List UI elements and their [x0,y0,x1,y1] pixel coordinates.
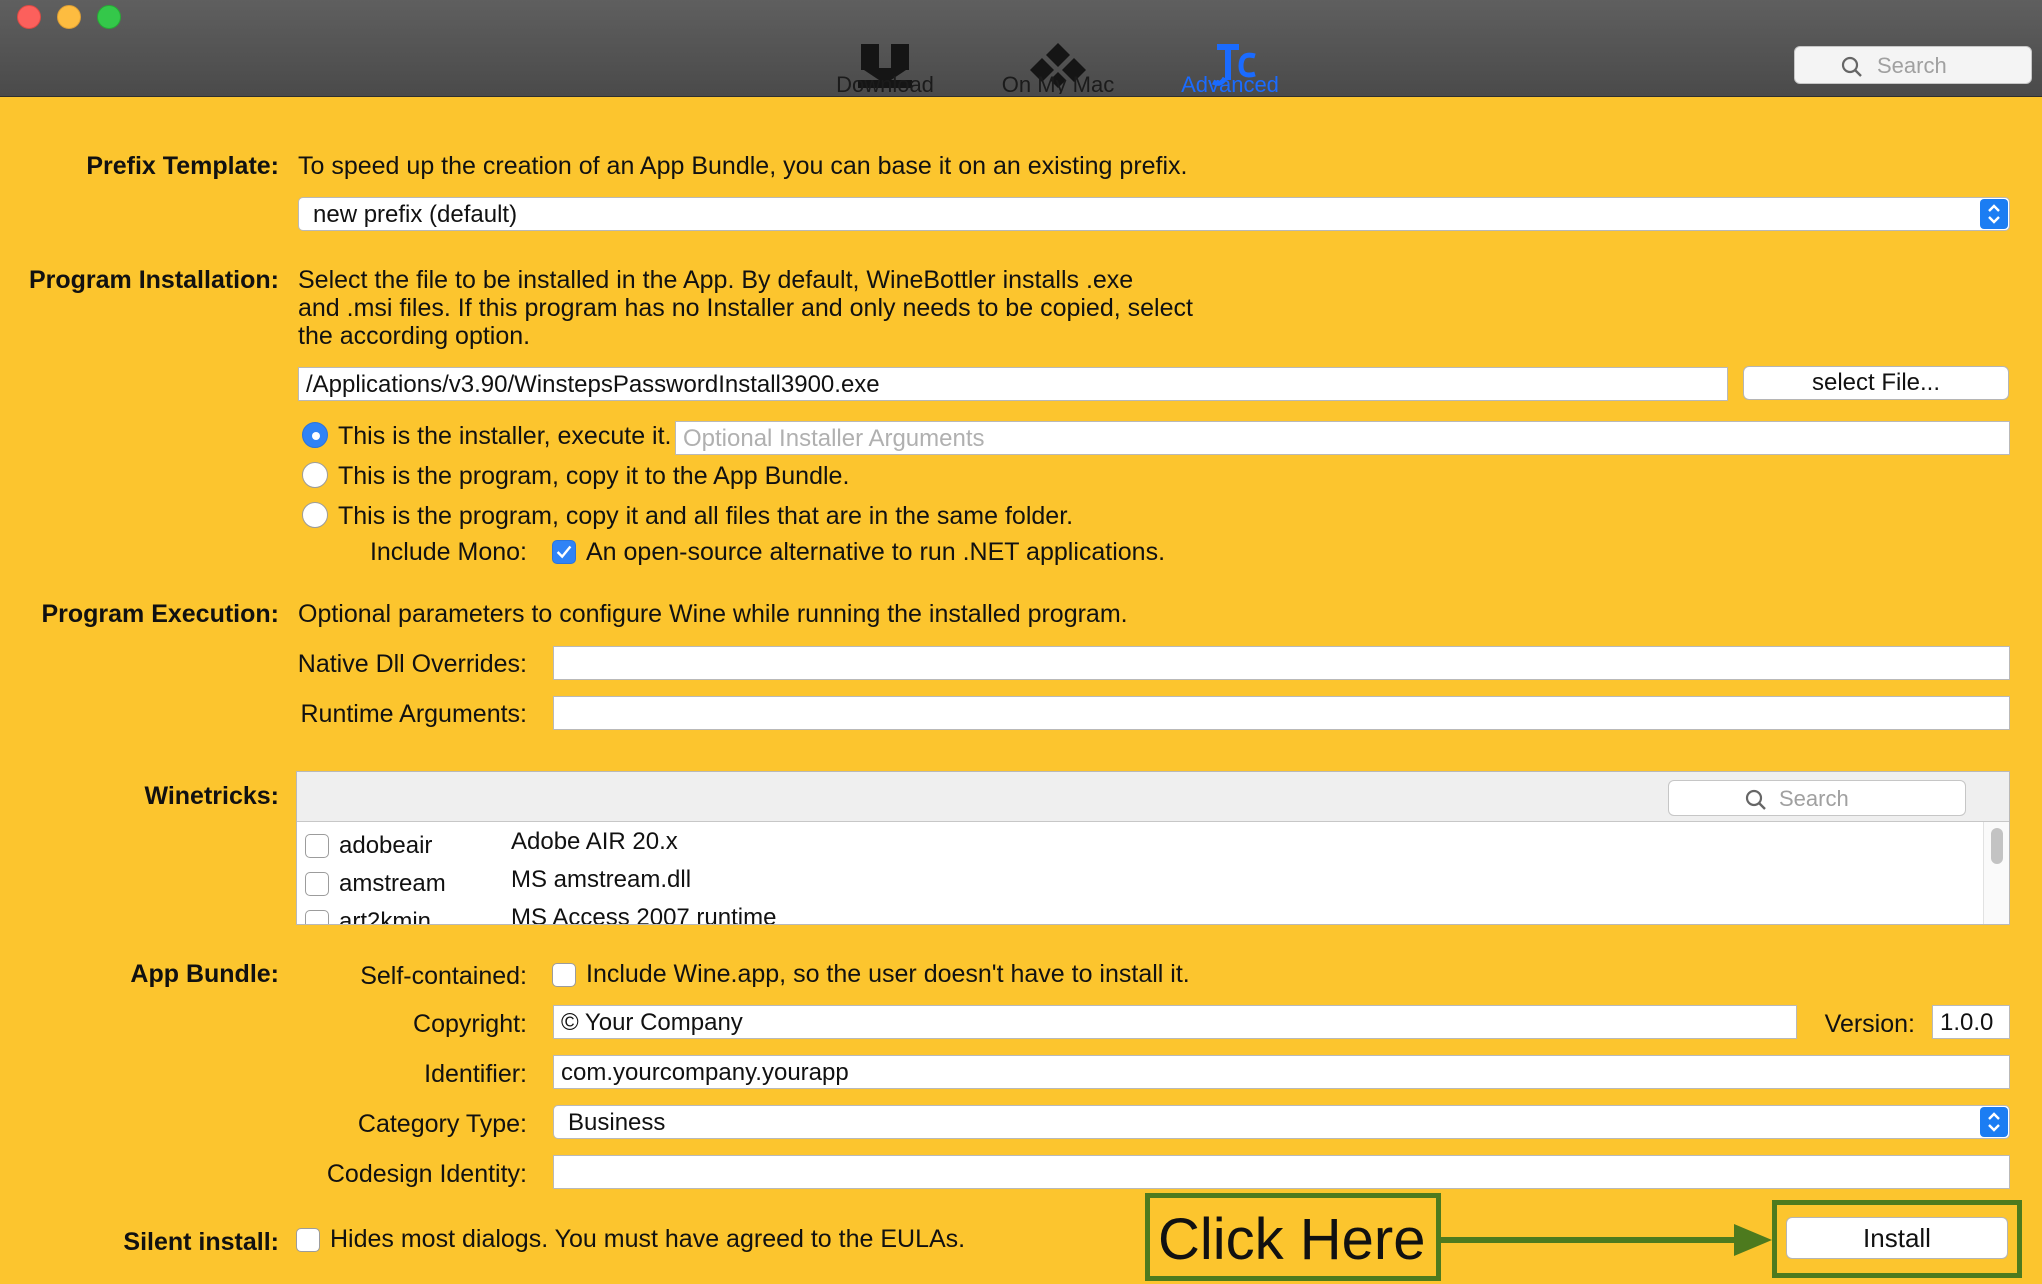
category-type-label: Category Type: [357,1110,527,1138]
annotation-box: Click Here [1145,1193,1441,1281]
winetricks-item-checkbox[interactable] [305,910,329,924]
winetricks-label: Winetricks: [144,782,279,810]
installer-arguments-field[interactable]: Optional Installer Arguments [675,421,2010,455]
tab-advanced-label: Advanced [1181,72,1279,94]
self-contained-label: Self-contained: [360,962,527,990]
window-titlebar: Download On My Mac Advanced Search [0,0,2042,97]
search-icon [1841,56,1862,77]
category-type-popup[interactable]: Business [553,1105,2010,1139]
popup-arrows-icon [1980,1107,2008,1137]
copy-folder-label: This is the program, copy it and all fil… [338,502,1074,530]
winetricks-item-checkbox[interactable] [305,834,329,858]
tab-on-my-mac[interactable]: On My Mac [973,38,1143,94]
program-installation-description-3: the according option. [298,322,531,350]
include-mono-text: An open-source alternative to run .NET a… [586,538,1166,566]
prefix-template-popup[interactable]: new prefix (default) [298,197,2010,231]
winetricks-item-description: MS amstream.dll [511,866,692,893]
runtime-arguments-field[interactable] [553,696,2010,730]
winetricks-table-header: Search [297,772,2009,822]
table-row[interactable]: amstream MS amstream.dll [297,864,1987,902]
prefix-template-label: Prefix Template: [86,152,279,180]
codesign-identity-label: Codesign Identity: [326,1160,527,1188]
prefix-template-selected: new prefix (default) [313,201,518,228]
tab-download[interactable]: Download [800,38,970,94]
copyright-field[interactable]: © Your Company [553,1005,1797,1039]
runtime-arguments-label: Runtime Arguments: [300,700,528,728]
codesign-identity-field[interactable] [553,1155,2010,1189]
install-button[interactable]: Install [1786,1217,2008,1259]
winetricks-item-name: art2kmin [339,908,432,925]
category-type-selected: Business [568,1109,666,1136]
winetricks-scrollbar-thumb[interactable] [1991,828,2003,864]
winetricks-item-name: adobeair [339,832,433,859]
program-installation-description-1: Select the file to be installed in the A… [298,266,1134,294]
installer-execute-label: This is the installer, execute it. [338,422,672,450]
silent-install-label: Silent install: [123,1228,279,1256]
program-execution-description: Optional parameters to configure Wine wh… [298,600,1128,628]
self-contained-checkbox[interactable] [552,963,576,987]
identifier-label: Identifier: [424,1060,527,1088]
include-mono-checkbox[interactable] [552,540,576,564]
identifier-field[interactable]: com.yourcompany.yourapp [553,1055,2010,1089]
program-file-path-field[interactable]: /Applications/v3.90/WinstepsPasswordInst… [298,367,1728,401]
program-installation-label: Program Installation: [28,266,279,294]
toolbar-search-placeholder: Search [1877,53,1947,78]
tab-on-my-mac-label: On My Mac [1001,72,1115,94]
winetricks-search-field[interactable]: Search [1668,780,1966,816]
app-bundle-label: App Bundle: [130,960,279,988]
native-dll-overrides-field[interactable] [553,646,2010,680]
version-label: Version: [1824,1010,1915,1038]
winetricks-search-placeholder: Search [1779,786,1849,811]
program-installation-description-2: and .msi files. If this program has no I… [298,294,1193,322]
tab-download-label: Download [836,72,934,94]
program-execution-label: Program Execution: [41,600,279,628]
version-field[interactable]: 1.0.0 [1932,1005,2010,1039]
tab-advanced[interactable]: Advanced [1145,38,1315,94]
copy-to-bundle-label: This is the program, copy it to the App … [338,462,850,490]
prefix-template-description: To speed up the creation of an App Bundl… [298,152,1188,180]
popup-arrows-icon [1980,199,2008,229]
winetricks-item-name: amstream [339,870,446,897]
copyright-label: Copyright: [413,1010,527,1038]
silent-install-checkbox[interactable] [296,1228,320,1252]
checkmark-icon [556,545,572,559]
installer-execute-radio[interactable] [302,422,328,448]
winetricks-scrollbar[interactable] [1983,822,2009,924]
select-file-button[interactable]: select File... [1743,366,2009,400]
minimize-window-button[interactable] [57,5,81,29]
search-icon [1745,789,1766,810]
copy-folder-radio[interactable] [302,502,328,528]
table-row[interactable]: art2kmin MS Access 2007 runtime [297,902,1987,925]
winetricks-table: Search adobeair Adobe AIR 20.x amstream … [296,771,2010,925]
winetricks-item-checkbox[interactable] [305,872,329,896]
toolbar-search-field[interactable]: Search [1794,46,2032,84]
annotation-arrow-icon [1438,1224,1772,1256]
copy-to-bundle-radio[interactable] [302,462,328,488]
include-mono-label: Include Mono: [369,538,527,566]
silent-install-text: Hides most dialogs. You must have agreed… [330,1225,966,1253]
winetricks-item-description: MS Access 2007 runtime [511,904,777,925]
self-contained-text: Include Wine.app, so the user doesn't ha… [586,960,1190,988]
table-row[interactable]: adobeair Adobe AIR 20.x [297,826,1987,864]
native-dll-overrides-label: Native Dll Overrides: [297,650,527,678]
close-window-button[interactable] [17,5,41,29]
zoom-window-button[interactable] [97,5,121,29]
winetricks-item-description: Adobe AIR 20.x [511,828,678,855]
annotation-click-here: Click Here [1158,1207,1426,1272]
